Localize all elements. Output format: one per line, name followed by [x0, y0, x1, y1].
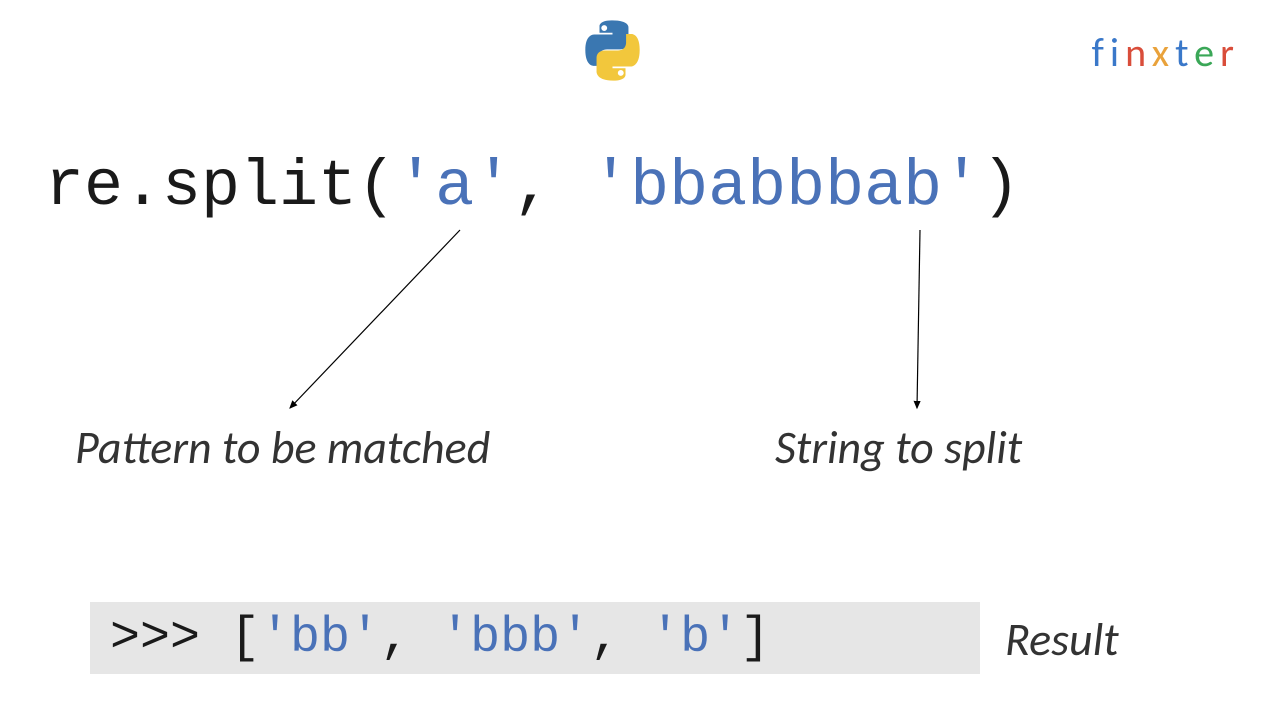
brand-letter: r	[1220, 28, 1240, 77]
brand-letter: n	[1125, 28, 1152, 77]
result-sep: ,	[590, 610, 650, 667]
brand-logo: finxter	[1092, 28, 1240, 77]
brand-letter: e	[1194, 28, 1220, 77]
result-close: ]	[740, 610, 770, 667]
brand-letter: f	[1092, 28, 1110, 77]
code-arg-string: 'bbabbbab'	[591, 150, 981, 224]
result-item: 'b'	[650, 610, 740, 667]
arrow-string	[917, 230, 920, 408]
result-prompt: >>>	[110, 610, 230, 667]
label-result: Result	[1005, 612, 1119, 668]
result-output: >>> ['bb', 'bbb', 'b']	[90, 602, 980, 674]
label-pattern: Pattern to be matched	[75, 420, 490, 476]
result-sep: ,	[380, 610, 440, 667]
result-item: 'bb'	[260, 610, 380, 667]
code-suffix: )	[981, 150, 1020, 224]
code-prefix: re.split(	[45, 150, 396, 224]
result-item: 'bbb'	[440, 610, 590, 667]
code-separator: ,	[513, 150, 591, 224]
label-string: String to split	[775, 420, 1022, 476]
code-arg-pattern: 'a'	[396, 150, 513, 224]
python-logo-icon	[580, 18, 645, 88]
brand-letter: x	[1152, 28, 1175, 77]
code-expression: re.split('a', 'bbabbbab')	[45, 150, 1020, 224]
result-open: [	[230, 610, 260, 667]
brand-letter: t	[1175, 28, 1194, 77]
arrow-pattern	[290, 230, 460, 408]
brand-letter: i	[1110, 28, 1125, 77]
